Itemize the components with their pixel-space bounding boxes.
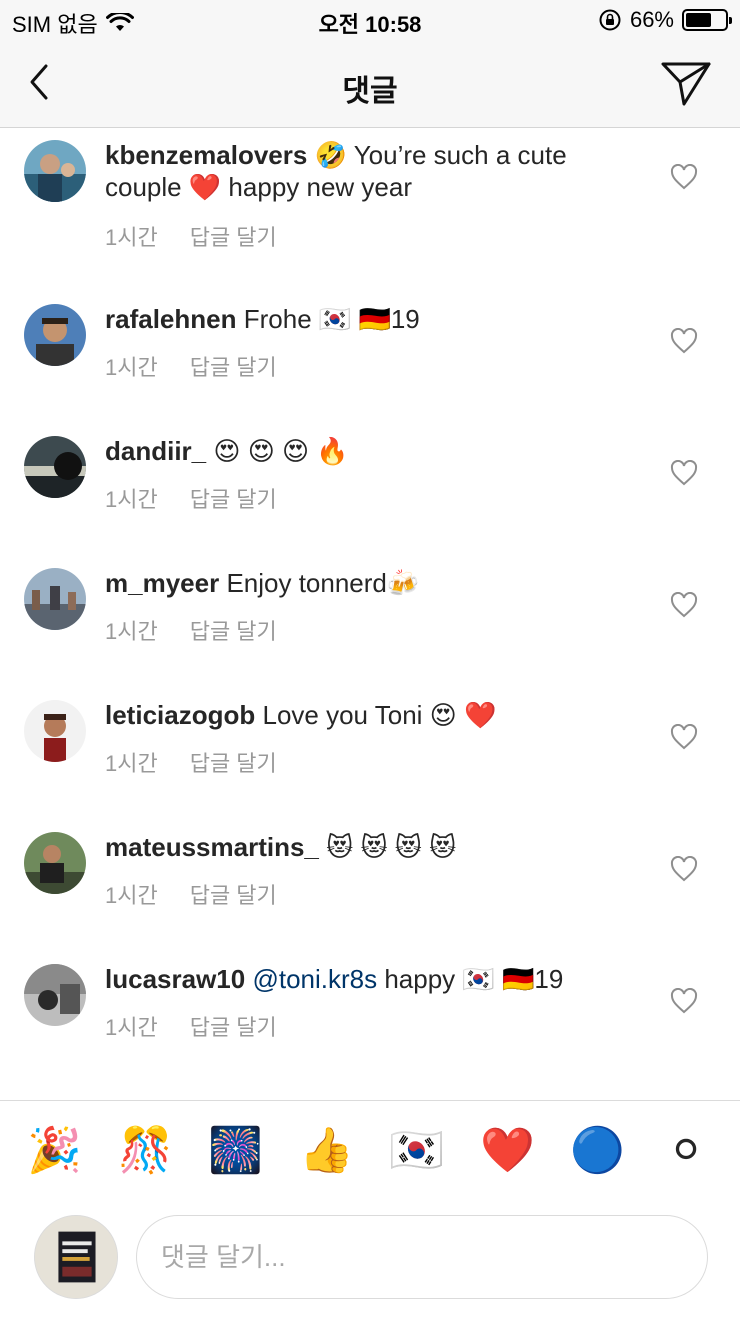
thumbs-up-emoji-button[interactable]: 👍 [299,1125,354,1177]
reply-button[interactable]: 답글 달기 [190,746,277,778]
comment-time: 1시간 [105,883,158,908]
comment-username[interactable]: dandiir_ [105,436,206,466]
comment-meta: 1시간 답글 달기 [105,878,277,910]
heart-icon[interactable] [670,460,698,486]
comment-list[interactable]: kbenzemalovers 🤣 You’re such a cute coup… [0,128,740,1100]
white-circle-emoji-button[interactable]: ⚪ [660,1125,712,1177]
comment-meta: 1시간 답글 달기 [105,220,277,252]
nav-bar: 댓글 [0,40,740,128]
comment-item: dandiir_ 😍 😍 😍 🔥 1시간 답글 달기 [0,424,740,554]
party-popper-emoji-button[interactable]: 🎉 [27,1125,82,1177]
avatar[interactable] [24,700,86,762]
comment-username[interactable]: mateussmartins_ [105,832,319,862]
heart-icon[interactable] [670,724,698,750]
comment-username[interactable]: rafalehnen [105,304,237,334]
reply-button[interactable]: 답글 달기 [190,1010,277,1042]
comment-meta: 1시간 답글 달기 [105,482,277,514]
avatar[interactable] [24,140,86,202]
battery-percent: 66% [629,7,674,32]
rotation-lock-icon [599,9,621,31]
comment-content: happy 🇰🇷 🇩🇪19 [377,964,564,994]
avatar[interactable] [24,964,86,1026]
comment-input[interactable] [136,1215,708,1299]
comment-meta: 1시간 답글 달기 [105,614,277,646]
comment-content-line2: couple ❤️ happy new year [105,172,412,202]
heart-icon[interactable] [670,592,698,618]
battery-fill [686,13,711,27]
status-right: 66% [598,7,732,33]
reply-button[interactable]: 답글 달기 [190,350,277,382]
heart-icon[interactable] [670,164,698,190]
paper-plane-icon[interactable] [660,60,712,108]
reply-button[interactable]: 답글 달기 [190,878,277,910]
status-bar: SIM 없음 오전 10:58 66% [0,0,740,40]
comment-item: m_myeer Enjoy tonnerd🍻 1시간 답글 달기 [0,556,740,686]
comment-content: 🤣 You’re such a cute [314,140,567,170]
comment-item: kbenzemalovers 🤣 You’re such a cute coup… [0,128,740,258]
avatar[interactable] [24,568,86,630]
reply-button[interactable]: 답글 달기 [190,614,277,646]
comment-time: 1시간 [105,751,158,776]
comment-meta: 1시간 답글 달기 [105,350,277,382]
page-title: 댓글 [342,75,398,108]
comment-username[interactable]: m_myeer [105,568,219,598]
comment-item: leticiazogob Love you Toni 😍 ❤️ 1시간 답글 달… [0,688,740,818]
comment-text: dandiir_ 😍 😍 😍 🔥 [105,435,645,467]
comment-username[interactable]: lucasraw10 [105,964,245,994]
comment-time: 1시간 [105,619,158,644]
comment-item: mateussmartins_ 😻 😻 😻 😻 1시간 답글 달기 [0,820,740,950]
battery-icon [682,9,732,31]
comment-time: 1시간 [105,225,158,250]
comment-content: 😍 😍 😍 🔥 [213,436,349,466]
emoji-bar: 🎉 🎊 🎆 👍 🇰🇷 ❤️ 🔵 ⚪ [0,1100,740,1200]
comment-composer [0,1200,740,1317]
comment-content: Frohe 🇰🇷 🇩🇪19 [243,304,420,334]
comment-item: lucasraw10 @toni.kr8s happy 🇰🇷 🇩🇪19 1시간 … [0,952,740,1082]
blue-circle-emoji-button[interactable]: 🔵 [570,1125,625,1177]
reply-button[interactable]: 답글 달기 [190,220,277,252]
comment-text: lucasraw10 @toni.kr8s happy 🇰🇷 🇩🇪19 [105,963,645,995]
comment-content: 😻 😻 😻 😻 [326,832,457,862]
fireworks-emoji-button[interactable]: 🎆 [208,1125,263,1177]
comment-item: rafalehnen Frohe 🇰🇷 🇩🇪19 1시간 답글 달기 [0,292,740,422]
comment-text: leticiazogob Love you Toni 😍 ❤️ [105,699,645,731]
comment-time: 1시간 [105,355,158,380]
comment-meta: 1시간 답글 달기 [105,1010,277,1042]
heart-icon[interactable] [670,328,698,354]
comment-meta: 1시간 답글 달기 [105,746,277,778]
heart-icon[interactable] [670,988,698,1014]
my-avatar [34,1215,118,1299]
comment-text: rafalehnen Frohe 🇰🇷 🇩🇪19 [105,303,645,335]
comment-username[interactable]: kbenzemalovers [105,140,307,170]
avatar[interactable] [24,304,86,366]
comment-time: 1시간 [105,1015,158,1040]
comment-username[interactable]: leticiazogob [105,700,255,730]
comment-time: 1시간 [105,487,158,512]
red-heart-emoji-button[interactable]: ❤️ [480,1125,535,1177]
avatar[interactable] [24,832,86,894]
comment-content: Love you Toni 😍 ❤️ [262,700,497,730]
avatar[interactable] [24,436,86,498]
comment-text: kbenzemalovers 🤣 You’re such a cute coup… [105,139,645,203]
comment-mention[interactable]: @toni.kr8s [252,964,377,994]
reply-button[interactable]: 답글 달기 [190,482,277,514]
heart-icon[interactable] [670,856,698,882]
comment-text: m_myeer Enjoy tonnerd🍻 [105,567,645,599]
confetti-ball-emoji-button[interactable]: 🎊 [118,1125,173,1177]
comment-content: Enjoy tonnerd🍻 [226,568,420,598]
comment-text: mateussmartins_ 😻 😻 😻 😻 [105,831,645,863]
korea-flag-emoji-button[interactable]: 🇰🇷 [389,1125,444,1177]
